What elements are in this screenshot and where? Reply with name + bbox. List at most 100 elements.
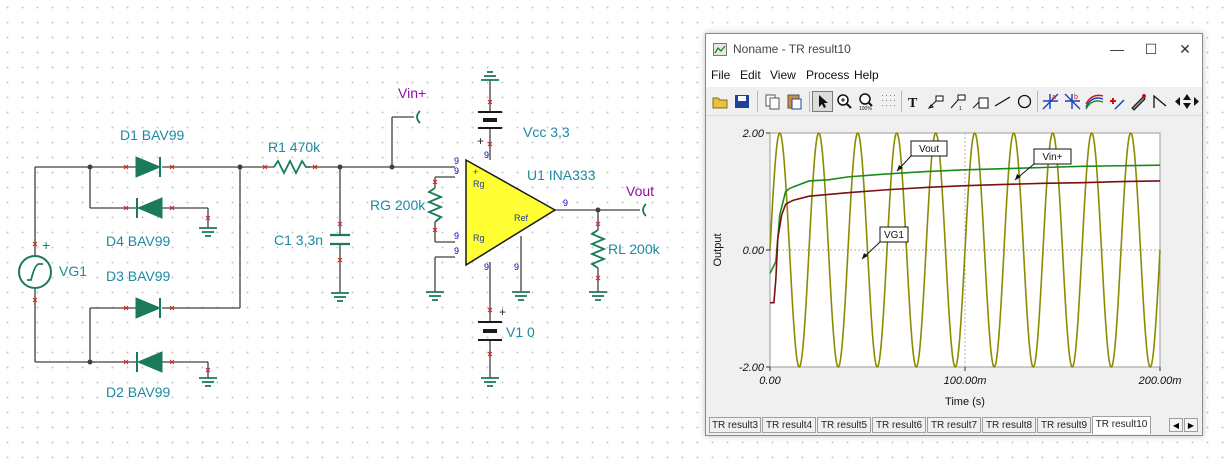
probe-vin-plus[interactable]: [416, 110, 421, 124]
minimize-button[interactable]: —: [1100, 34, 1134, 65]
tab-tr-result7[interactable]: TR result7: [927, 417, 981, 433]
y-tick-label: 2.00: [742, 128, 765, 140]
transient-chart[interactable]: 0.00 100.00m 200.00m2.000.00-2.00 Time (s)…: [707, 116, 1201, 414]
tab-scroll-left-icon[interactable]: ◀: [1169, 418, 1183, 432]
pointer-icon[interactable]: [812, 91, 833, 112]
toolbar: 100% T 1 a b: [706, 88, 1202, 116]
cursor-a-icon[interactable]: a: [1040, 91, 1061, 112]
menu-bar: File Edit View Process Help: [706, 65, 1202, 87]
tr-result-window[interactable]: Noname - TR result10 — ☐ ✕ File Edit Vie…: [705, 33, 1203, 436]
probe-vout[interactable]: [642, 203, 647, 217]
amp-plus: +: [473, 167, 478, 177]
amp-ref: Ref: [514, 213, 529, 223]
tab-tr-result9[interactable]: TR result9: [1037, 417, 1091, 433]
title-bar[interactable]: Noname - TR result10 — ☐ ✕: [706, 34, 1202, 65]
svg-text:a: a: [1052, 94, 1056, 101]
svg-text:b: b: [1074, 94, 1078, 101]
circuit-schematic[interactable]: D1 BAV99 D4 BAV99 D3 BAV99 D2 BAV99 + VG…: [0, 0, 700, 469]
svg-text:1: 1: [959, 106, 962, 112]
tab-tr-result6[interactable]: TR result6: [872, 417, 926, 433]
menu-view[interactable]: View: [770, 68, 796, 82]
save-disk-icon[interactable]: [732, 91, 753, 112]
menu-process[interactable]: Process: [806, 68, 849, 82]
line-icon[interactable]: [992, 91, 1013, 112]
tab-tr-result4[interactable]: TR result4: [762, 417, 816, 433]
x-tick-label: 200.00m: [1138, 375, 1182, 387]
x-tick-label: 0.00: [759, 375, 781, 387]
diode-d2[interactable]: [136, 351, 163, 373]
d4-label: D4 BAV99: [106, 233, 171, 249]
annotate-arrow2-icon[interactable]: 1: [948, 91, 969, 112]
tab-tr-result8[interactable]: TR result8: [982, 417, 1036, 433]
cursor-b-icon[interactable]: b: [1062, 91, 1083, 112]
vg1-plus: +: [42, 237, 50, 253]
annotation-text: Vin+: [1042, 152, 1062, 163]
svg-text:9: 9: [484, 150, 489, 160]
y-axis-label: Output: [712, 233, 724, 266]
tab-tr-result10[interactable]: TR result10: [1092, 416, 1151, 434]
zoom-100-icon[interactable]: 100%: [856, 91, 877, 112]
c1-label: C1 3,3n: [274, 232, 323, 248]
rl-label: RL 200k: [608, 241, 661, 257]
tab-tr-result3[interactable]: TR result3: [709, 417, 761, 433]
diode-d3[interactable]: [135, 297, 162, 319]
y-tick-label: -2.00: [739, 362, 765, 374]
tab-tr-result5[interactable]: TR result5: [817, 417, 871, 433]
text-icon[interactable]: T: [904, 91, 925, 112]
battery-vcc[interactable]: [478, 111, 502, 129]
amp-rg-bottom: Rg: [473, 233, 485, 243]
x-tick-label: 100.00m: [944, 375, 987, 387]
svg-text:9: 9: [454, 246, 459, 256]
svg-text:9: 9: [454, 156, 459, 166]
label-box-icon[interactable]: [970, 91, 991, 112]
svg-text:9: 9: [454, 231, 459, 241]
rg-label: RG 200k: [370, 197, 426, 213]
svg-text:9: 9: [514, 262, 519, 272]
zoom-in-icon[interactable]: [834, 91, 855, 112]
battery-v1[interactable]: [478, 321, 502, 341]
vcc-label: Vcc 3,3: [523, 124, 570, 140]
svg-text:9: 9: [454, 166, 459, 176]
curves-icon[interactable]: [1084, 91, 1105, 112]
vin-plus-label: Vin+: [398, 85, 426, 101]
signal-source-vg1[interactable]: [18, 255, 52, 289]
diode-d1[interactable]: [135, 156, 162, 178]
svg-text:100%: 100%: [859, 106, 872, 112]
vout-label: Vout: [626, 183, 654, 199]
menu-edit[interactable]: Edit: [740, 68, 761, 82]
step-icon[interactable]: [1150, 91, 1171, 112]
amp-label: U1 INA333: [527, 167, 596, 183]
annotate-arrow-icon[interactable]: [926, 91, 947, 112]
maximize-button[interactable]: ☐: [1134, 34, 1168, 65]
scroll-updown-icon[interactable]: [1182, 91, 1192, 112]
grid-icon[interactable]: [878, 91, 899, 112]
menu-help[interactable]: Help: [854, 68, 879, 82]
v1-label: V1 0: [506, 324, 535, 340]
amp-minus: -: [473, 254, 476, 264]
close-button[interactable]: ✕: [1168, 34, 1202, 65]
copy-icon[interactable]: [762, 91, 783, 112]
resistor-rl[interactable]: [589, 229, 607, 269]
capacitor-c1[interactable]: [330, 233, 350, 246]
marker-icon[interactable]: [1106, 91, 1127, 112]
d1-label: D1 BAV99: [120, 127, 185, 143]
vcc-plus: +: [477, 134, 484, 148]
tab-scroll-right-icon[interactable]: ▶: [1184, 418, 1198, 432]
window-title: Noname - TR result10: [733, 42, 851, 56]
ground-symbols: [199, 71, 607, 387]
resistor-r1[interactable]: [273, 158, 310, 176]
open-folder-icon[interactable]: [710, 91, 731, 112]
x-axis-label: Time (s): [945, 396, 985, 408]
pen-icon[interactable]: [1128, 91, 1149, 112]
svg-text:T: T: [908, 96, 918, 111]
menu-file[interactable]: File: [711, 68, 730, 82]
chart-app-icon: [713, 43, 727, 56]
resistor-rg[interactable]: [426, 187, 444, 223]
plot-area[interactable]: 0.00 100.00m 200.00m 2.00 0.00 -2.00 Time (s)…: [707, 116, 1201, 414]
circle-icon[interactable]: [1014, 91, 1035, 112]
v1-plus: +: [499, 305, 506, 319]
diode-d4[interactable]: [136, 197, 163, 219]
paste-icon[interactable]: [784, 91, 805, 112]
scroll-left-icon[interactable]: [1172, 91, 1182, 112]
scroll-right-icon[interactable]: [1192, 91, 1202, 112]
